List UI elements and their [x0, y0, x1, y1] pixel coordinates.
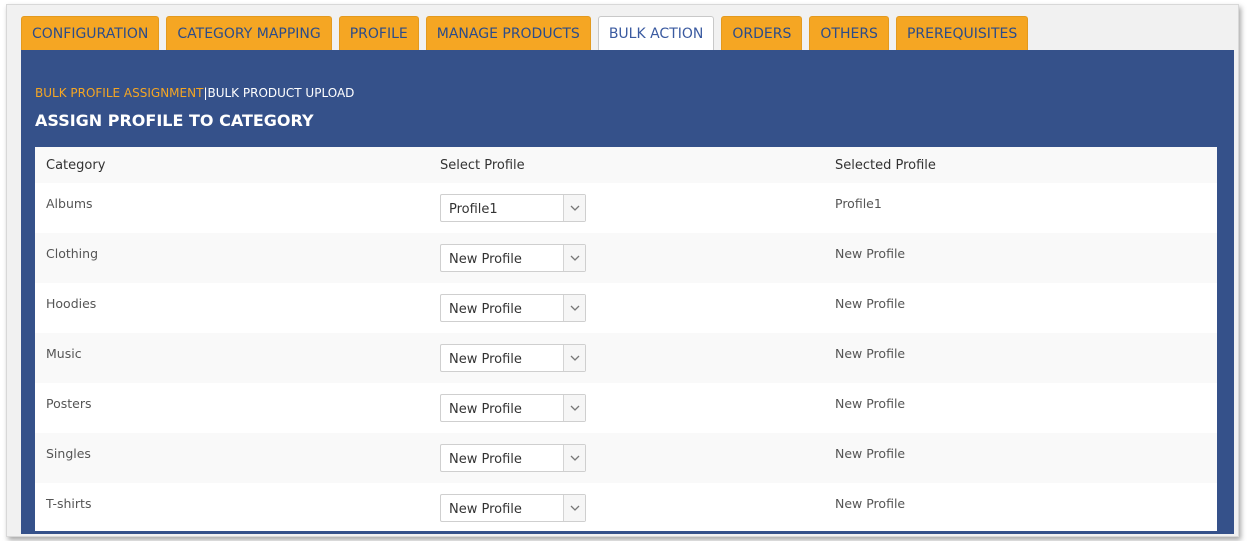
tab-others[interactable]: OTHERS — [809, 16, 889, 50]
header-selected-profile: Selected Profile — [835, 158, 936, 173]
tab-profile[interactable]: PROFILE — [338, 16, 419, 50]
table-row: T-shirts New Profile New Profile — [35, 483, 1217, 531]
profile-select-value: New Profile — [449, 502, 522, 517]
table-row: Hoodies New Profile New Profile — [35, 283, 1217, 333]
profile-select-value: New Profile — [449, 302, 522, 317]
tab-configuration[interactable]: CONFIGURATION — [21, 16, 160, 50]
tab-category-mapping[interactable]: CATEGORY MAPPING — [166, 16, 332, 50]
profile-select[interactable]: New Profile — [440, 344, 586, 372]
chevron-down-icon — [563, 195, 585, 221]
category-name: Hoodies — [46, 296, 97, 311]
category-name: T-shirts — [46, 496, 92, 511]
category-name: Clothing — [46, 246, 99, 261]
subnav-bulk-profile-assignment[interactable]: BULK PROFILE ASSIGNMENT — [35, 86, 203, 100]
selected-profile: New Profile — [835, 496, 906, 511]
tab-orders[interactable]: ORDERS — [721, 16, 803, 50]
header-select-profile: Select Profile — [440, 158, 525, 173]
profile-select[interactable]: New Profile — [440, 394, 586, 422]
profile-select[interactable]: New Profile — [440, 244, 586, 272]
tab-prerequisites[interactable]: PREREQUISITES — [895, 16, 1029, 50]
bulk-action-panel: BULK PROFILE ASSIGNMENT|BULK PRODUCT UPL… — [21, 50, 1234, 534]
category-name: Music — [46, 346, 82, 361]
chevron-down-icon — [563, 445, 585, 471]
table-row: Albums Profile1 Profile1 — [35, 183, 1217, 233]
category-name: Albums — [46, 196, 93, 211]
table-header-row: Category Select Profile Selected Profile — [35, 147, 1217, 183]
app-frame: CONFIGURATION CATEGORY MAPPING PROFILE M… — [6, 4, 1239, 537]
table-row: Singles New Profile New Profile — [35, 433, 1217, 483]
header-category: Category — [46, 158, 106, 173]
chevron-down-icon — [563, 495, 585, 521]
profile-select-value: New Profile — [449, 252, 522, 267]
page-title: ASSIGN PROFILE TO CATEGORY — [35, 111, 314, 130]
selected-profile: Profile1 — [835, 196, 882, 211]
category-name: Posters — [46, 396, 92, 411]
selected-profile: New Profile — [835, 446, 906, 461]
sub-navigation: BULK PROFILE ASSIGNMENT|BULK PRODUCT UPL… — [35, 86, 354, 100]
subnav-bulk-product-upload[interactable]: BULK PRODUCT UPLOAD — [207, 86, 354, 100]
profile-select-value: Profile1 — [449, 202, 498, 217]
profile-select[interactable]: New Profile — [440, 294, 586, 322]
chevron-down-icon — [563, 295, 585, 321]
profile-select[interactable]: Profile1 — [440, 194, 586, 222]
chevron-down-icon — [563, 395, 585, 421]
profile-select-value: New Profile — [449, 352, 522, 367]
table-row: Posters New Profile New Profile — [35, 383, 1217, 433]
selected-profile: New Profile — [835, 396, 906, 411]
table-row: Clothing New Profile New Profile — [35, 233, 1217, 283]
profile-select-value: New Profile — [449, 452, 522, 467]
selected-profile: New Profile — [835, 346, 906, 361]
main-tabs: CONFIGURATION CATEGORY MAPPING PROFILE M… — [21, 16, 1029, 50]
profile-select[interactable]: New Profile — [440, 494, 586, 522]
profile-select-value: New Profile — [449, 402, 522, 417]
selected-profile: New Profile — [835, 246, 906, 261]
profile-select[interactable]: New Profile — [440, 444, 586, 472]
profile-assignment-table: Category Select Profile Selected Profile… — [35, 147, 1217, 531]
category-name: Singles — [46, 446, 91, 461]
selected-profile: New Profile — [835, 296, 906, 311]
chevron-down-icon — [563, 345, 585, 371]
tab-bulk-action[interactable]: BULK ACTION — [597, 16, 715, 50]
tab-manage-products[interactable]: MANAGE PRODUCTS — [425, 16, 591, 50]
table-row: Music New Profile New Profile — [35, 333, 1217, 383]
chevron-down-icon — [563, 245, 585, 271]
